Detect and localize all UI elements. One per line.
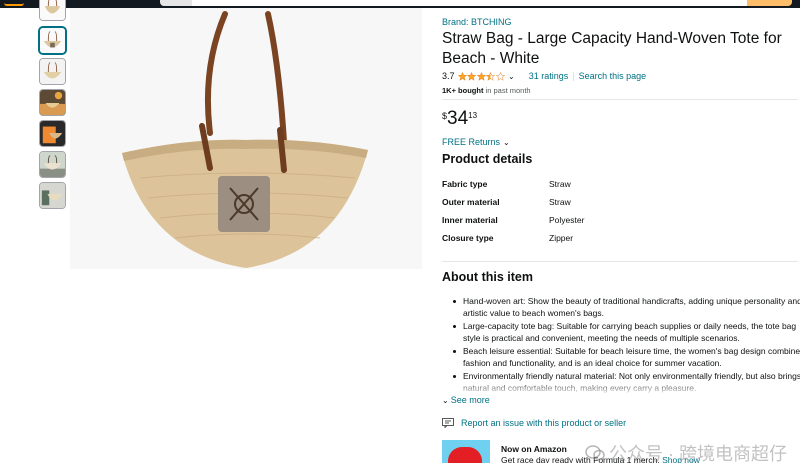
detail-label: Closure type: [442, 233, 494, 243]
divider: [442, 261, 798, 262]
shop-now-link[interactable]: Shop now: [662, 455, 700, 463]
promo-image: [442, 440, 490, 463]
detail-value: Polyester: [549, 215, 585, 225]
thumbnail-image[interactable]: [39, 120, 66, 147]
star-full-icon: [467, 71, 477, 81]
top-nav-bar: [0, 0, 800, 8]
detail-label: Inner material: [442, 215, 498, 225]
report-message-icon: [442, 418, 454, 428]
see-more-label: See more: [450, 395, 490, 405]
thumbnail-image[interactable]: [39, 0, 66, 21]
star-rating[interactable]: [457, 71, 506, 81]
list-item: Large-capacity tote bag: Suitable for ca…: [453, 320, 800, 344]
detail-row: Fabric type Straw: [442, 179, 742, 191]
bought-period: in past month: [483, 86, 531, 95]
brand-link[interactable]: Brand: BTCHING: [442, 17, 512, 27]
ratings-count-link[interactable]: 31 ratings: [529, 71, 569, 81]
list-item: Hand-woven art: Show the beauty of tradi…: [453, 295, 800, 319]
thumbnail-image[interactable]: [39, 151, 66, 178]
search-category-dropdown[interactable]: [160, 0, 192, 6]
main-product-image[interactable]: [70, 8, 422, 269]
detail-value: Straw: [549, 179, 571, 189]
product-title: Straw Bag - Large Capacity Hand-Woven To…: [442, 30, 782, 67]
detail-row: Inner material Polyester: [442, 215, 742, 227]
search-button[interactable]: [747, 0, 792, 6]
text-fade-overlay: [442, 380, 800, 396]
detail-row: Closure type Zipper: [442, 233, 742, 245]
separator: |: [572, 71, 575, 81]
free-returns-label: FREE Returns: [442, 137, 501, 147]
product-details-heading: Product details: [442, 152, 533, 166]
promo-body: Get race day ready with Formula 1 merch.: [501, 455, 663, 463]
search-this-page-link[interactable]: Search this page: [579, 71, 647, 81]
free-returns-link[interactable]: FREE Returns ⌄: [442, 137, 510, 147]
promo-title: Now on Amazon: [501, 444, 567, 454]
thumbnail-image[interactable]: [39, 182, 66, 209]
report-issue-label: Report an issue with this product or sel…: [461, 418, 627, 428]
price-whole: 34: [447, 108, 469, 129]
rating-value: 3.7: [442, 71, 455, 81]
star-full-icon: [457, 71, 467, 81]
divider: [442, 99, 798, 100]
thumbnail-image[interactable]: [39, 58, 66, 85]
see-more-link[interactable]: ⌄ See more: [442, 395, 490, 405]
report-issue-link[interactable]: Report an issue with this product or sel…: [442, 418, 626, 428]
detail-label: Outer material: [442, 197, 500, 207]
bought-count: 1K+ bought: [442, 86, 484, 95]
detail-label: Fabric type: [442, 179, 488, 189]
promo-text: Get race day ready with Formula 1 merch.…: [501, 455, 700, 463]
chevron-down-icon: ⌄: [503, 137, 510, 147]
detail-row: Outer material Straw: [442, 197, 742, 209]
detail-value: Zipper: [549, 233, 574, 243]
price-fraction: 13: [468, 111, 478, 120]
star-half-icon: [486, 71, 496, 81]
rating-row: 3.7 ⌄ 31 ratings | Search this page: [442, 70, 646, 82]
thumbnail-image-selected[interactable]: [39, 27, 66, 54]
detail-value: Straw: [549, 197, 571, 207]
about-this-item-heading: About this item: [442, 270, 533, 284]
chevron-down-icon: ⌄: [442, 395, 449, 405]
chevron-down-icon[interactable]: ⌄: [508, 72, 515, 81]
star-empty-icon: [495, 71, 505, 81]
star-full-icon: [476, 71, 486, 81]
thumbnail-image[interactable]: [39, 89, 66, 116]
amazon-logo-icon[interactable]: [0, 0, 30, 8]
search-input[interactable]: [192, 0, 747, 6]
list-item: Beach leisure essential: Suitable for be…: [453, 345, 800, 369]
bought-in-past-month: 1K+ bought in past month: [442, 86, 531, 95]
price: $ 34 13: [442, 108, 477, 130]
promo-banner[interactable]: Now on Amazon Get race day ready with Fo…: [442, 440, 800, 463]
straw-tote-bag-image: [70, 8, 422, 269]
